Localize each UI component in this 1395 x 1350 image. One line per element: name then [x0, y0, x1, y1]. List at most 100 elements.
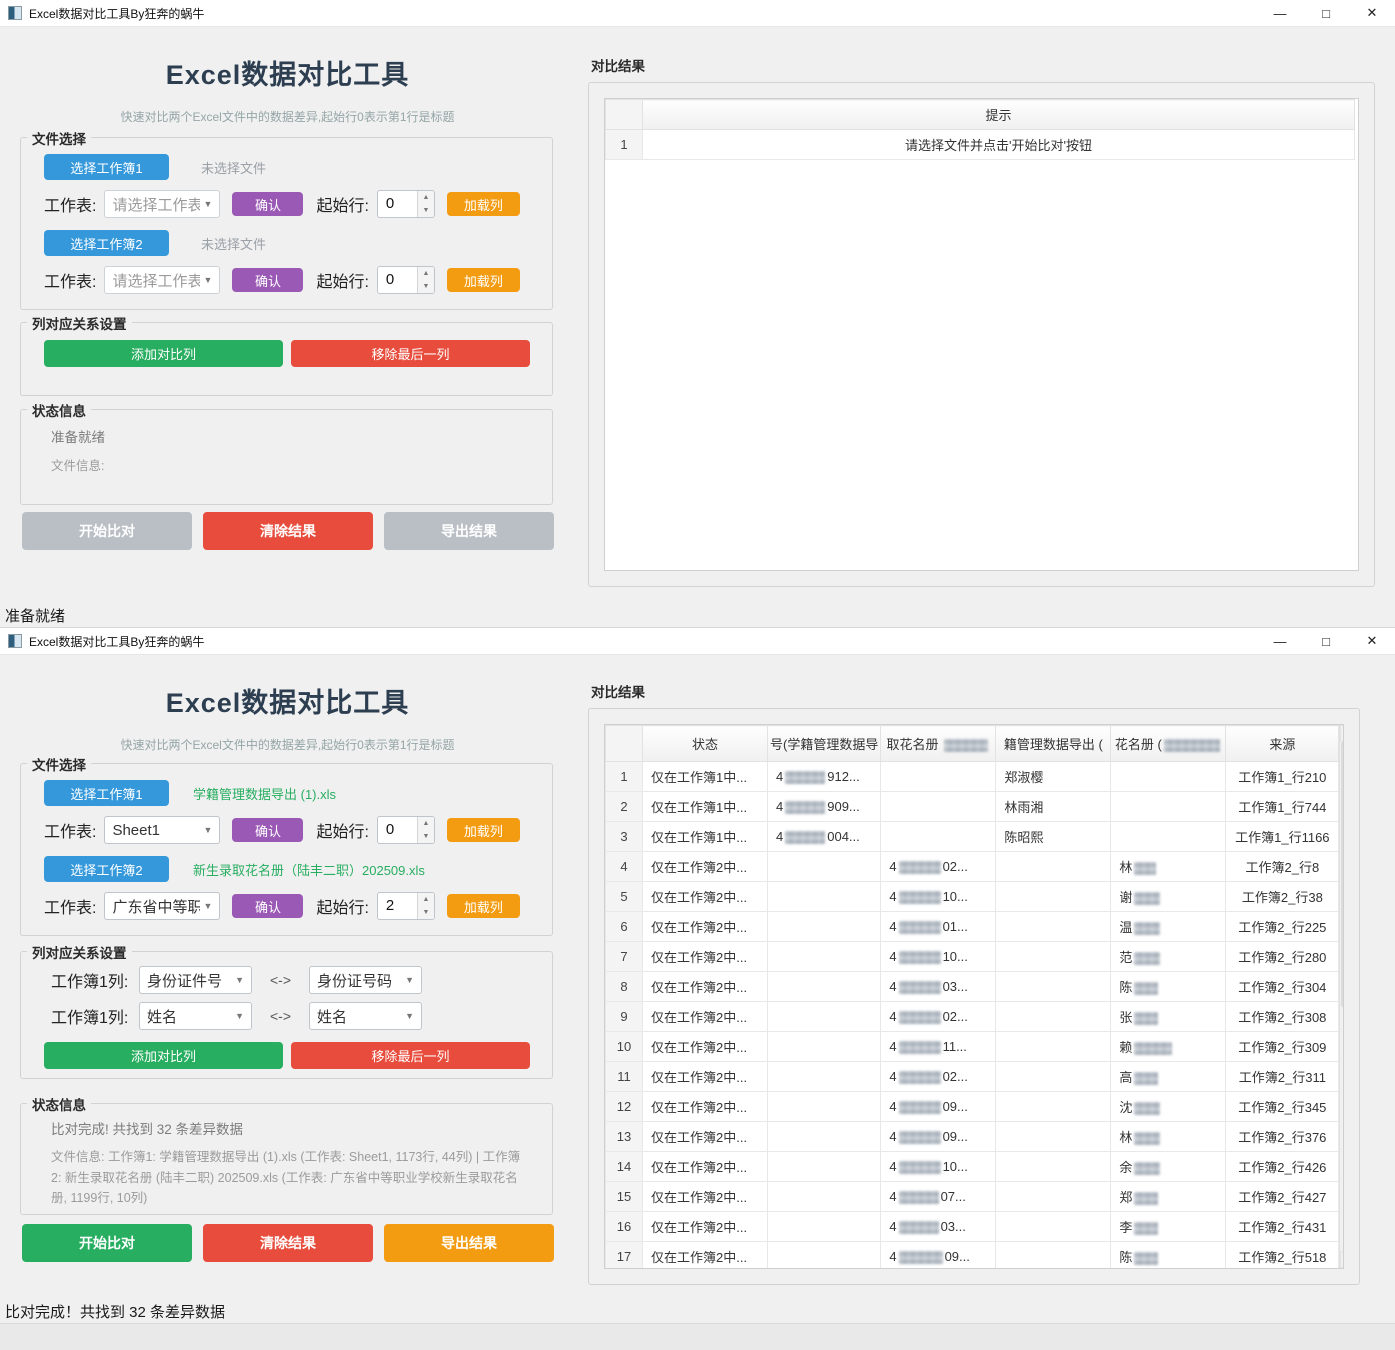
censored-blur — [899, 1161, 941, 1174]
spin-up-icon[interactable]: ▲ — [418, 817, 434, 830]
source-cell: 工作簿2_行427 — [1226, 1182, 1339, 1212]
chevron-down-icon: ▼ — [401, 1011, 414, 1021]
column-header[interactable]: 来源 — [1226, 726, 1339, 762]
status-text: 准备就绪 — [51, 426, 552, 446]
start-row1-spinner[interactable]: 0 ▲▼ — [377, 816, 435, 844]
mapping1-right-combobox[interactable]: 身份证号码▼ — [309, 966, 422, 994]
table-row[interactable]: 7仅在工作簿2中...410...范工作簿2_行280 — [606, 942, 1339, 972]
vertical-scrollbar[interactable]: ▲ ▼ — [1339, 725, 1344, 1268]
add-compare-column-button[interactable]: 添加对比列 — [44, 1042, 283, 1069]
add-compare-column-button[interactable]: 添加对比列 — [44, 340, 283, 367]
export-results-button[interactable]: 导出结果 — [384, 1224, 554, 1262]
load-columns1-button[interactable]: 加载列 — [447, 192, 520, 216]
confirm-sheet2-button[interactable]: 确认 — [232, 268, 303, 292]
name-wb1-cell — [996, 1152, 1111, 1182]
chevron-down-icon: ▼ — [231, 975, 244, 985]
start-compare-button[interactable]: 开始比对 — [22, 512, 192, 550]
start-row2-spinner[interactable]: 2 ▲▼ — [377, 892, 435, 920]
spin-down-icon[interactable]: ▼ — [418, 280, 434, 293]
name-wb1-cell — [996, 942, 1111, 972]
start-compare-button[interactable]: 开始比对 — [22, 1224, 192, 1262]
table-row[interactable]: 3仅在工作簿1中...4004...陈昭熙工作簿1_行1166 — [606, 822, 1339, 852]
table-row[interactable]: 13仅在工作簿2中...409...林工作簿2_行376 — [606, 1122, 1339, 1152]
column-header[interactable]: 取花名册 — [881, 726, 996, 762]
maximize-button[interactable]: □ — [1303, 628, 1349, 654]
table-row[interactable]: 16仅在工作簿2中...403...李工作簿2_行431 — [606, 1212, 1339, 1242]
scroll-up-icon[interactable]: ▲ — [1340, 725, 1344, 742]
column-header[interactable]: 花名册 ( — [1111, 726, 1226, 762]
cell-text: 7 — [620, 949, 627, 964]
table-row[interactable]: 10仅在工作簿2中...411...赖工作簿2_行309 — [606, 1032, 1339, 1062]
cell-text: 4 — [620, 859, 627, 874]
scrollbar-track[interactable] — [1340, 742, 1344, 1251]
clear-results-button[interactable]: 清除结果 — [203, 1224, 373, 1262]
cell-text: 12 — [617, 1099, 631, 1114]
select-workbook1-button[interactable]: 选择工作簿1 — [44, 780, 169, 806]
close-button[interactable]: ✕ — [1349, 628, 1395, 654]
spin-down-icon[interactable]: ▼ — [418, 906, 434, 919]
spin-down-icon[interactable]: ▼ — [418, 204, 434, 217]
table-row[interactable]: 9仅在工作簿2中...402...张工作簿2_行308 — [606, 1002, 1339, 1032]
column-header[interactable]: 状态 — [643, 726, 768, 762]
id-wb1-cell — [768, 852, 881, 882]
cell-text: 仅在工作簿2中... — [651, 1040, 747, 1055]
sheet2-combobox[interactable]: 广东省中等职▼ — [104, 892, 220, 920]
id-wb1-cell — [768, 1182, 881, 1212]
table-row[interactable]: 15仅在工作簿2中...407...郑工作簿2_行427 — [606, 1182, 1339, 1212]
clear-results-button[interactable]: 清除结果 — [203, 512, 373, 550]
titlebar[interactable]: Excel数据对比工具By狂奔的蜗牛 — □ ✕ — [0, 628, 1395, 655]
confirm-sheet1-button[interactable]: 确认 — [232, 818, 303, 842]
load-columns2-button[interactable]: 加载列 — [447, 894, 520, 918]
confirm-sheet2-button[interactable]: 确认 — [232, 894, 303, 918]
table-row[interactable]: 6仅在工作簿2中...401...温工作簿2_行225 — [606, 912, 1339, 942]
source-cell: 工作簿2_行280 — [1226, 942, 1339, 972]
sheet1-combobox[interactable]: 请选择工作表▼ — [104, 190, 220, 218]
mapping2-right-combobox[interactable]: 姓名▼ — [309, 1002, 422, 1030]
column-header[interactable]: 号(学籍管理数据导 — [768, 726, 881, 762]
spin-down-icon[interactable]: ▼ — [418, 830, 434, 843]
remove-last-column-button[interactable]: 移除最后一列 — [291, 1042, 530, 1069]
remove-last-column-button[interactable]: 移除最后一列 — [291, 340, 530, 367]
table-row[interactable]: 1仅在工作簿1中...4912...郑淑樱工作簿1_行210 — [606, 762, 1339, 792]
select-workbook2-button[interactable]: 选择工作簿2 — [44, 856, 169, 882]
table-row[interactable]: 8仅在工作簿2中...403...陈工作簿2_行304 — [606, 972, 1339, 1002]
cell-text: 工作簿2_行304 — [1238, 980, 1326, 995]
table-row[interactable]: 12仅在工作簿2中...409...沈工作簿2_行345 — [606, 1092, 1339, 1122]
minimize-button[interactable]: — — [1257, 0, 1303, 26]
cell-text: 张 — [1119, 1010, 1132, 1025]
mapping1-left-combobox[interactable]: 身份证件号▼ — [139, 966, 252, 994]
export-results-button[interactable]: 导出结果 — [384, 512, 554, 550]
table-row[interactable]: 5仅在工作簿2中...410...谢工作簿2_行38 — [606, 882, 1339, 912]
titlebar[interactable]: Excel数据对比工具By狂奔的蜗牛 — □ ✕ — [0, 0, 1395, 27]
spin-up-icon[interactable]: ▲ — [418, 267, 434, 280]
start-row2-spinner[interactable]: 0 ▲▼ — [377, 266, 435, 294]
load-columns1-button[interactable]: 加载列 — [447, 818, 520, 842]
name-wb1-cell — [996, 882, 1111, 912]
name-wb1-cell — [996, 1122, 1111, 1152]
confirm-sheet1-button[interactable]: 确认 — [232, 192, 303, 216]
table-row[interactable]: 4仅在工作簿2中...402...林工作簿2_行8 — [606, 852, 1339, 882]
table-row[interactable]: 14仅在工作簿2中...410...余工作簿2_行426 — [606, 1152, 1339, 1182]
column-header[interactable]: 籍管理数据导出 ( — [996, 726, 1111, 762]
table-row[interactable]: 11仅在工作簿2中...402...高工作簿2_行311 — [606, 1062, 1339, 1092]
sheet1-combobox[interactable]: Sheet1▼ — [104, 816, 220, 844]
close-button[interactable]: ✕ — [1349, 0, 1395, 26]
table-row[interactable]: 1 请选择文件并点击'开始比对'按钮 — [606, 130, 1355, 160]
spin-up-icon[interactable]: ▲ — [418, 893, 434, 906]
mapping2-left-combobox[interactable]: 姓名▼ — [139, 1002, 252, 1030]
statusbar: 准备就绪 — [0, 604, 1395, 627]
column-header-hint[interactable]: 提示 — [643, 100, 1355, 130]
load-columns2-button[interactable]: 加载列 — [447, 268, 520, 292]
select-workbook1-button[interactable]: 选择工作簿1 — [44, 154, 169, 180]
scroll-down-icon[interactable]: ▼ — [1340, 1251, 1344, 1268]
table-row[interactable]: 2仅在工作簿1中...4909...林雨湘工作簿1_行744 — [606, 792, 1339, 822]
minimize-button[interactable]: — — [1257, 628, 1303, 654]
maximize-button[interactable]: □ — [1303, 0, 1349, 26]
scrollbar-thumb[interactable] — [1341, 742, 1344, 1007]
sheet2-combobox[interactable]: 请选择工作表▼ — [104, 266, 220, 294]
table-row[interactable]: 17仅在工作簿2中...409...陈工作簿2_行518 — [606, 1242, 1339, 1270]
select-workbook2-button[interactable]: 选择工作簿2 — [44, 230, 169, 256]
spin-up-icon[interactable]: ▲ — [418, 191, 434, 204]
start-row1-spinner[interactable]: 0 ▲▼ — [377, 190, 435, 218]
file-select-group-label: 文件选择 — [27, 754, 91, 774]
